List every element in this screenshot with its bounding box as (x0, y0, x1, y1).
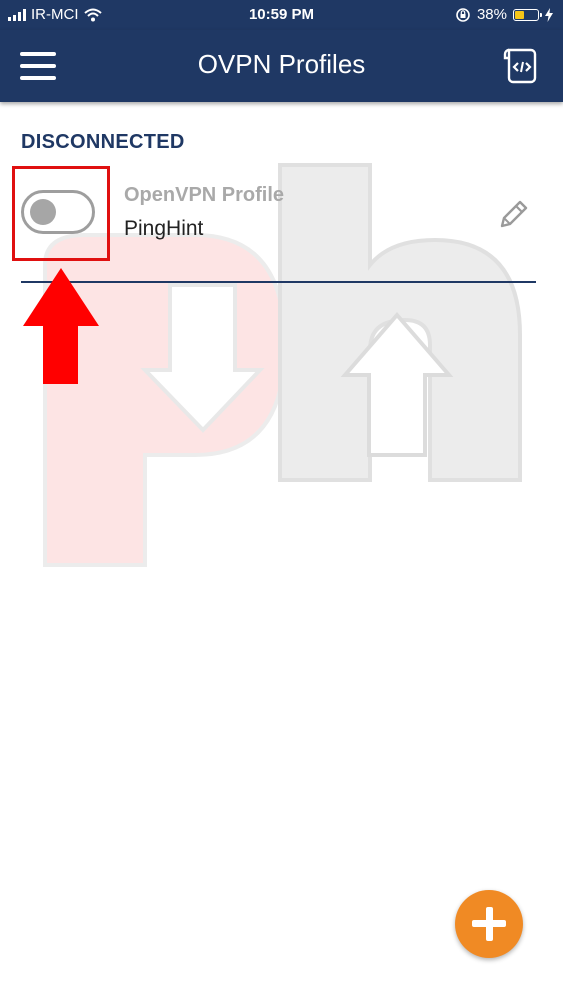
annotation-highlight-box (12, 166, 110, 261)
status-bar: IR-MCI 10:59 PM 38% (0, 0, 563, 30)
charging-icon (545, 7, 553, 22)
profile-name: OpenVPN Profile (124, 184, 285, 206)
add-profile-button[interactable] (455, 890, 523, 958)
battery-fill (515, 10, 525, 19)
connection-status-heading: DISCONNECTED (21, 131, 185, 153)
battery-percent: 38% (476, 6, 507, 23)
profile-server: PingHint (124, 217, 204, 240)
annotation-arrow-icon (23, 268, 99, 384)
battery-icon (513, 8, 542, 21)
import-file-icon[interactable] (501, 46, 539, 86)
pencil-icon[interactable] (494, 194, 534, 234)
status-right: 38% (455, 6, 553, 23)
orientation-lock-icon (456, 7, 470, 22)
app-header: OVPN Profiles (0, 30, 563, 102)
page-title: OVPN Profiles (197, 49, 366, 79)
